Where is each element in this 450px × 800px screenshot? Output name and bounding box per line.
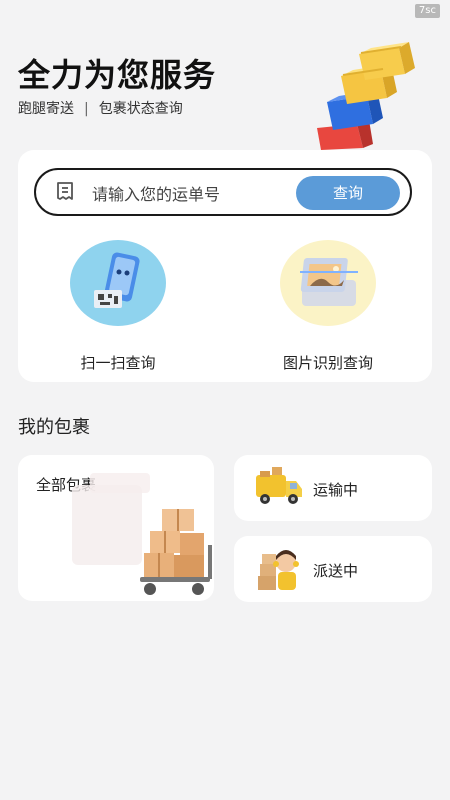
hero-tag-tracking: 包裹状态查询 xyxy=(98,101,183,117)
image-recognition-button[interactable]: 图片识别查询 xyxy=(238,240,418,373)
hero-banner: 全力为您服务 跑腿寄送 | 包裹状态查询 xyxy=(0,0,450,150)
scan-query-label: 扫一扫查询 xyxy=(80,354,156,372)
in-transit-label: 运输中 xyxy=(313,481,359,499)
stacked-boxes-icon xyxy=(317,42,415,150)
delivering-label: 派送中 xyxy=(313,562,359,580)
search-bar: 查询 xyxy=(34,168,412,216)
query-card: 查询 扫一扫查询 xyxy=(18,150,432,382)
hero-subtitle: 跑腿寄送 | 包裹状态查询 xyxy=(18,98,183,118)
waybill-icon xyxy=(57,182,73,200)
search-button[interactable]: 查询 xyxy=(296,176,400,210)
delivery-truck-icon xyxy=(256,467,302,504)
delivering-card[interactable]: 派送中 xyxy=(234,536,432,602)
image-recognition-circle xyxy=(280,240,376,326)
in-transit-card[interactable]: 运输中 xyxy=(234,455,432,521)
my-packages-title: 我的包裹 xyxy=(18,417,90,438)
page-title: 全力为您服务 xyxy=(18,56,217,94)
scan-query-button[interactable]: 扫一扫查询 xyxy=(28,240,208,373)
waybill-input[interactable] xyxy=(90,180,294,208)
parcel-cart-icon xyxy=(72,473,212,595)
image-recognition-label: 图片识别查询 xyxy=(282,354,373,372)
phone-scan-icon xyxy=(94,252,140,308)
image-recognition-icon xyxy=(300,258,358,306)
courier-icon xyxy=(258,550,299,590)
scan-circle xyxy=(70,240,166,326)
hero-separator: | xyxy=(84,101,89,117)
hero-tag-errand: 跑腿寄送 xyxy=(18,101,74,117)
all-packages-card[interactable]: 全部包裹 xyxy=(18,455,214,601)
